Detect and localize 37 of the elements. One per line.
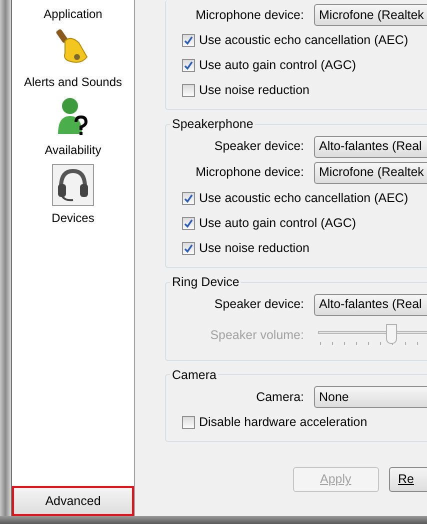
checkbox-label: Use auto gain control (AGC)	[199, 57, 356, 74]
person-question-icon	[56, 96, 90, 138]
checkbox-label: Use noise reduction	[199, 240, 310, 257]
advanced-button[interactable]: Advanced	[12, 486, 134, 516]
device-dropdown[interactable]: None	[314, 386, 427, 408]
checkbox[interactable]	[182, 416, 195, 430]
sidebar-item[interactable]: Alerts and Sounds	[20, 74, 126, 90]
checkbox[interactable]	[182, 59, 195, 72]
checkbox[interactable]	[182, 192, 195, 205]
device-dropdown[interactable]: Alto-falantes (Real	[314, 294, 427, 316]
field-label: Speaker device:	[213, 138, 305, 156]
group-title: Speakerphone	[171, 116, 254, 133]
checkbox-label: Use auto gain control (AGC)	[199, 214, 356, 232]
device-dropdown[interactable]: Microfone (Realtek	[314, 162, 427, 184]
checkbox[interactable]	[182, 216, 195, 230]
field-label: Speaker device:	[213, 296, 305, 314]
field-label: Microphone device:	[194, 164, 305, 182]
group-title: Camera	[171, 366, 218, 384]
field-label: Microphone device:	[194, 6, 305, 24]
checkbox[interactable]	[182, 242, 195, 255]
checkbox-label: Use acoustic echo cancellation (AEC)	[199, 32, 408, 50]
sidebar-item[interactable]: Availability	[42, 142, 104, 158]
field-label: Camera:	[255, 388, 305, 406]
checkbox[interactable]	[182, 34, 195, 47]
sidebar-item[interactable]: Application	[40, 6, 106, 22]
group-title: Ring Device	[171, 274, 240, 291]
field-label: Speaker volume:	[209, 327, 305, 344]
dialog-button[interactable]: Re	[389, 467, 427, 492]
headset-icon	[55, 167, 91, 203]
checkbox[interactable]	[182, 84, 195, 97]
sidebar-item[interactable]: Devices	[48, 210, 98, 226]
sidebar-icon-tile[interactable]	[52, 164, 94, 206]
checkbox-label: Disable hardware acceleration	[199, 414, 368, 432]
device-dropdown[interactable]: Alto-falantes (Real	[314, 136, 427, 158]
device-dropdown[interactable]: Microfone (Realtek	[314, 4, 427, 26]
checkbox-label: Use acoustic echo cancellation (AEC)	[199, 190, 408, 207]
checkbox-label: Use noise reduction	[199, 82, 310, 100]
